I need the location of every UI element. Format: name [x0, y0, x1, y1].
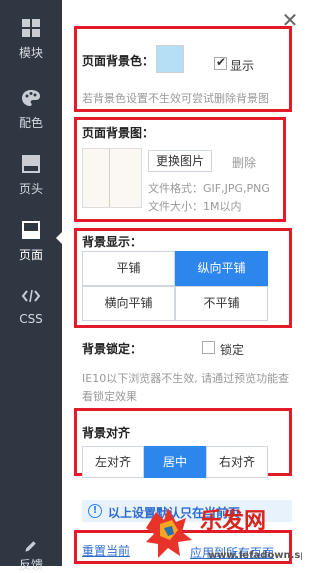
- sidebar-item-header[interactable]: 页头: [0, 146, 62, 212]
- sidebar-item-label: 页头: [18, 182, 43, 196]
- page-settings-panel: 页面背景色： 显示 若背景色设置不生效可尝试删除背景图 页面背景图： 更换图片 …: [62, 0, 302, 566]
- bg-image-label: 页面背景图：: [82, 126, 155, 140]
- bg-lock-label: 背景锁定：: [82, 342, 143, 356]
- bg-repeat-label: 背景显示：: [82, 235, 143, 249]
- repeat-option-horizontal[interactable]: 横向平铺: [82, 286, 175, 321]
- change-image-button[interactable]: 更换图片: [148, 150, 212, 172]
- sidebar-item-label: 页面: [18, 248, 43, 262]
- sidebar-item-feedback[interactable]: 反馈: [0, 534, 62, 572]
- sidebar-item-label: 模块: [18, 46, 43, 60]
- reset-current-link[interactable]: 重置当前: [82, 542, 130, 559]
- show-label: 显示: [230, 59, 255, 73]
- sidebar-item-modules[interactable]: 模块: [0, 10, 62, 76]
- lock-note: IE10以下浏览器不生效, 请通过预览功能查看锁定效果: [82, 372, 290, 403]
- page-icon: [22, 221, 40, 239]
- edit-icon: [25, 541, 36, 552]
- file-size-text: 文件大小：1M以内: [148, 200, 242, 213]
- bg-color-swatch[interactable]: [156, 45, 184, 73]
- grid-icon: [22, 19, 40, 37]
- watermark-url: www.lefadown.spf.cn: [208, 550, 302, 561]
- show-checkbox[interactable]: [214, 55, 227, 70]
- lock-checkbox[interactable]: [202, 341, 215, 354]
- header-icon: [22, 155, 40, 173]
- repeat-option-vertical[interactable]: 纵向平铺: [175, 251, 268, 286]
- sidebar-item-label: 配色: [18, 116, 43, 130]
- delete-image-link[interactable]: 删除: [232, 154, 256, 171]
- palette-icon: [22, 90, 40, 106]
- sidebar: 模块 配色 页头 页面 CSS 反馈: [0, 0, 62, 572]
- repeat-option-none[interactable]: 不平铺: [175, 286, 268, 321]
- bg-color-label: 页面背景色：: [82, 54, 155, 68]
- sidebar-item-label: CSS: [19, 312, 43, 326]
- sidebar-item-page[interactable]: 页面: [0, 212, 62, 278]
- watermark-logo: 乐发网 www.lefadown.spf.cn: [146, 508, 302, 561]
- sidebar-item-css[interactable]: CSS: [0, 278, 62, 344]
- bg-align-label: 背景对齐: [82, 426, 131, 440]
- align-option-center[interactable]: 居中: [144, 446, 206, 478]
- repeat-option-tile[interactable]: 平铺: [82, 251, 175, 286]
- align-option-right[interactable]: 右对齐: [206, 446, 268, 478]
- bg-image-preview: [82, 148, 142, 208]
- sidebar-item-colors[interactable]: 配色: [0, 80, 62, 146]
- watermark-title: 乐发网: [200, 508, 266, 534]
- file-format-text: 文件格式：GIF,JPG,PNG: [148, 182, 270, 195]
- align-option-left[interactable]: 左对齐: [82, 446, 144, 478]
- code-icon: [21, 289, 41, 303]
- bg-color-hint: 若背景色设置不生效可尝试删除背景图: [82, 92, 269, 105]
- lock-label: 锁定: [220, 343, 245, 357]
- info-icon: !: [88, 504, 102, 518]
- sidebar-item-label: 反馈: [18, 558, 43, 572]
